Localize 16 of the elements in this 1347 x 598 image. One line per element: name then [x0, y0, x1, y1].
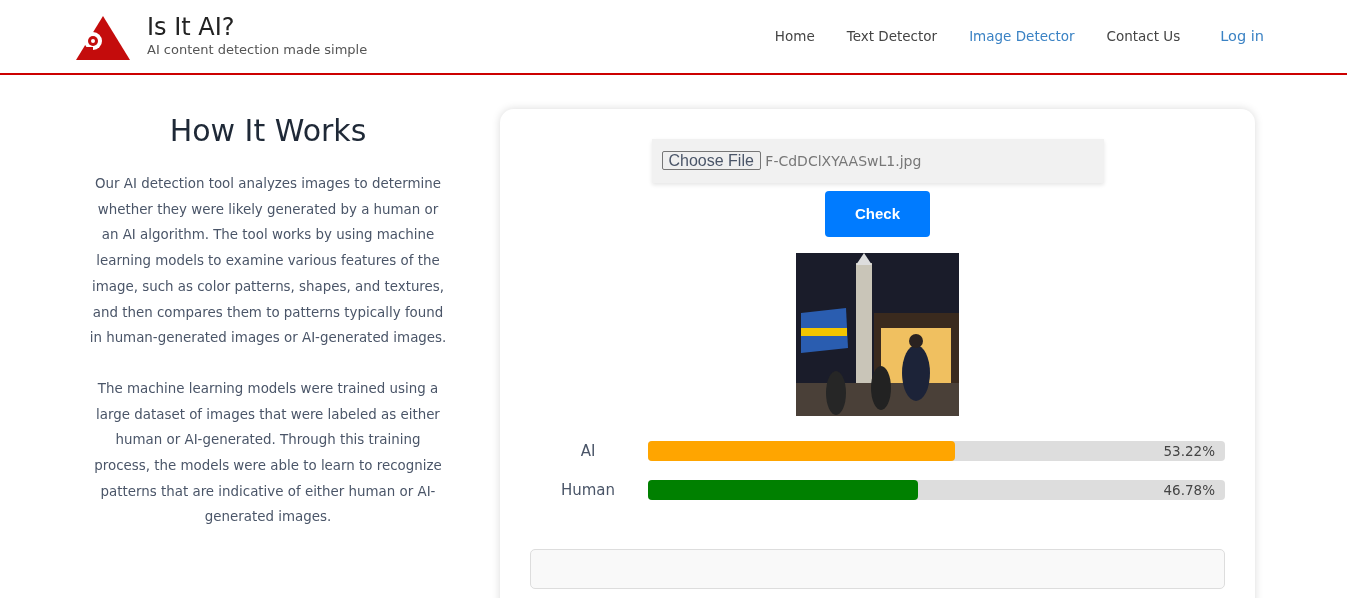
- result-label: Human: [559, 479, 617, 501]
- login-link[interactable]: Log in: [1220, 25, 1264, 48]
- nav-link[interactable]: Contact Us: [1106, 26, 1181, 47]
- description-paragraph: The machine learning models were trained using a large dataset of images that were labeled as either human or AI-generated. Through this training process, the models were able to learn to recognize patterns that are indicative of either human or AI-generated images.: [93, 379, 443, 527]
- section-heading: How It Works: [168, 113, 368, 149]
- result-label: AI: [579, 441, 597, 462]
- file-upload-field[interactable]: Choose File F-CdDClXYAASwL1.jpg: [651, 139, 1104, 183]
- nav-link[interactable]: Image Detector: [969, 26, 1075, 47]
- nav-link[interactable]: Home: [774, 26, 815, 47]
- check-button[interactable]: Check: [825, 191, 930, 237]
- percentage-reading: 46.78%: [1163, 480, 1215, 500]
- site-tagline: AI content detection made simple: [147, 40, 368, 59]
- description-paragraph: Our AI detection tool analyzes images to determine whether they were likely generated by a human or an AI algorithm. The tool works by using machine learning models to examine various features of the image, such as color patterns, shapes, and textures, and then compares them to patterns typically found in human-generated images or AI-generated images.: [88, 175, 448, 348]
- site-title: Is It AI?: [147, 13, 236, 40]
- percentage-reading: 53.22%: [1163, 442, 1215, 462]
- nav-link[interactable]: Text Detector: [846, 26, 938, 47]
